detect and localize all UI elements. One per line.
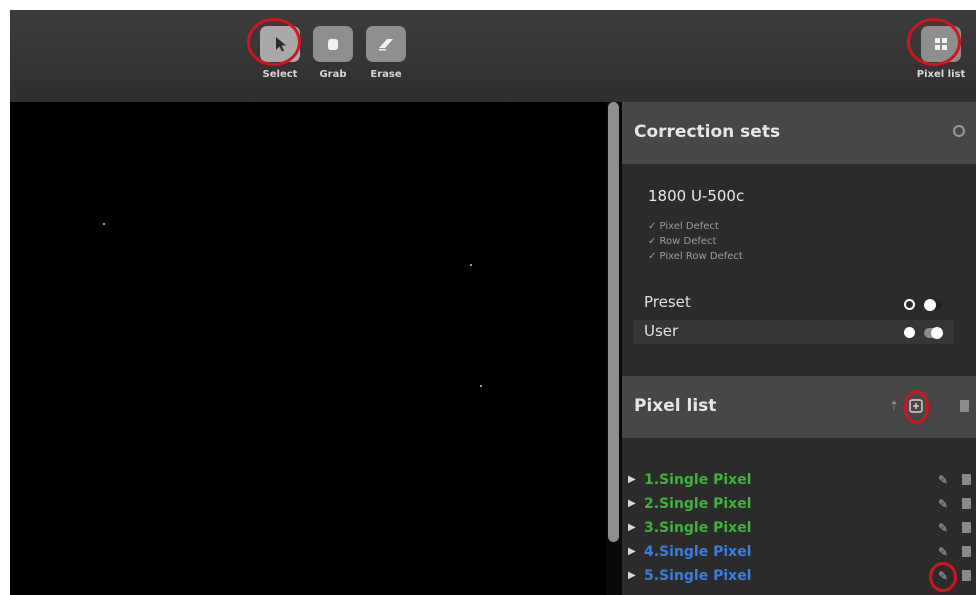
image-canvas[interactable] <box>10 102 606 595</box>
trash-icon[interactable] <box>962 498 971 509</box>
erase-tool-button[interactable]: Erase <box>364 26 408 80</box>
canvas-scrollbar[interactable] <box>606 102 622 595</box>
preset-radio[interactable] <box>904 299 915 310</box>
item-label: 2.Single Pixel <box>644 496 752 512</box>
preset-label: Preset <box>644 293 691 311</box>
list-item[interactable]: ▶ 2.Single Pixel ✎ <box>622 496 976 518</box>
item-label: 1.Single Pixel <box>644 472 752 488</box>
item-label: 3.Single Pixel <box>644 520 752 536</box>
highlight-ring <box>904 390 929 424</box>
expand-arrow-icon[interactable]: ▶ <box>628 498 636 509</box>
hand-icon <box>313 26 353 62</box>
highlight-ring <box>907 18 961 66</box>
list-item[interactable]: ▶ 4.Single Pixel ✎ <box>622 544 976 566</box>
highlight-ring <box>929 562 957 592</box>
user-radio[interactable] <box>904 327 915 338</box>
pencil-icon[interactable]: ✎ <box>938 497 948 511</box>
expand-arrow-icon[interactable]: ▶ <box>628 570 636 581</box>
refresh-icon[interactable] <box>952 124 966 142</box>
expand-arrow-icon[interactable]: ▶ <box>628 474 636 485</box>
trash-icon[interactable] <box>960 400 969 412</box>
defect-pixel <box>470 264 472 266</box>
set-name: 1800 U-500c <box>648 187 745 205</box>
list-item[interactable]: ▶ 5.Single Pixel ✎ <box>622 562 976 592</box>
scrollbar-thumb[interactable] <box>608 102 619 542</box>
upload-icon[interactable]: ⇡ <box>889 399 899 413</box>
highlight-ring <box>247 18 301 66</box>
pixel-list-header: Pixel list ⇡ <box>622 376 976 438</box>
defect-pixel <box>103 223 105 225</box>
expand-arrow-icon[interactable]: ▶ <box>628 522 636 533</box>
trash-icon[interactable] <box>962 546 971 557</box>
expand-arrow-icon[interactable]: ▶ <box>628 546 636 557</box>
pixel-list-title: Pixel list <box>634 396 717 416</box>
list-item[interactable]: ▶ 1.Single Pixel ✎ <box>622 472 976 494</box>
user-label: User <box>644 322 679 340</box>
defect-item: ✓ Pixel Defect <box>648 221 719 232</box>
grab-tool-button[interactable]: Grab <box>311 26 355 80</box>
item-label: 4.Single Pixel <box>644 544 752 560</box>
defect-item: ✓ Pixel Row Defect <box>648 251 743 262</box>
trash-icon[interactable] <box>962 570 971 581</box>
app-frame: Select Grab Erase Pixel list Correction … <box>10 10 976 595</box>
side-panel: Correction sets 1800 U-500c ✓ Pixel Defe… <box>622 102 976 595</box>
trash-icon[interactable] <box>962 474 971 485</box>
correction-sets-header: Correction sets <box>622 102 976 164</box>
correction-sets-title: Correction sets <box>634 122 781 142</box>
preset-toggle[interactable] <box>924 299 942 311</box>
toggle-knob <box>931 327 943 339</box>
toggle-knob <box>924 299 936 311</box>
defect-pixel <box>480 385 482 387</box>
toolbar: Select Grab Erase Pixel list <box>10 10 976 102</box>
list-item[interactable]: ▶ 3.Single Pixel ✎ <box>622 520 976 542</box>
pixel-list-label: Pixel list <box>916 69 966 80</box>
select-tool-label: Select <box>262 69 298 80</box>
item-label: 5.Single Pixel <box>644 568 752 584</box>
grab-tool-label: Grab <box>319 69 347 80</box>
erase-tool-label: Erase <box>370 69 402 80</box>
defect-item: ✓ Row Defect <box>648 236 717 247</box>
trash-icon[interactable] <box>962 522 971 533</box>
pencil-icon[interactable]: ✎ <box>938 521 948 535</box>
pencil-icon[interactable]: ✎ <box>938 545 948 559</box>
pencil-icon[interactable]: ✎ <box>938 473 948 487</box>
eraser-icon <box>366 26 406 62</box>
user-toggle[interactable] <box>924 327 943 339</box>
